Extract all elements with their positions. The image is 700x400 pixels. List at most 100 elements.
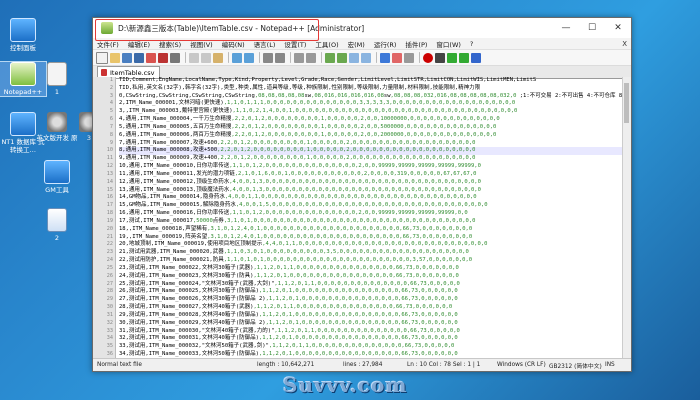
doc-icon: [47, 208, 67, 232]
open-file-icon[interactable]: [110, 52, 120, 63]
find-icon[interactable]: [263, 52, 273, 63]
code-line[interactable]: 18,,ITM_Name_000018,声望稀有,3,1,0,1,2,4,0,1…: [119, 226, 623, 234]
desktop-icon-2[interactable]: 2: [34, 208, 80, 242]
status-eol[interactable]: Windows (CR LF): [497, 362, 549, 368]
menu-plugins[interactable]: 插件(P): [405, 39, 427, 49]
close-button[interactable]: ✕: [605, 18, 631, 38]
maximize-button[interactable]: ☐: [579, 18, 605, 38]
code-line[interactable]: 22,测试用防护,ITM_Name_000021,防具,1,1,0,1,0,1,…: [119, 257, 623, 265]
save-macro-icon[interactable]: [471, 52, 481, 63]
code-line[interactable]: 15,GM物品,ITM_Name_000015,解除隐身药水,4,0,0,1,5…: [119, 202, 623, 210]
menu-search[interactable]: 搜索(S): [159, 39, 181, 49]
zoom-in-icon[interactable]: [294, 52, 304, 63]
code-line[interactable]: 27,测试用,ITM_Name_000026,文林河30箱子(防御品 2),1,…: [119, 296, 623, 304]
menu-help[interactable]: ?: [470, 40, 473, 48]
menu-encoding[interactable]: 编码(N): [222, 39, 245, 49]
line-number: 24: [106, 257, 113, 264]
status-encoding[interactable]: GB2312 (简体中文): [549, 361, 605, 370]
line-number: 26: [106, 272, 113, 279]
undo-icon[interactable]: [232, 52, 242, 63]
code-line[interactable]: 32,测试用,ITM_Name_000031,文林河40箱子(防御品),1,1,…: [119, 335, 623, 343]
line-number: 7: [109, 123, 113, 130]
close-doc-icon[interactable]: X: [622, 40, 627, 48]
line-number: 23: [106, 249, 113, 256]
vertical-scrollbar[interactable]: [622, 77, 631, 359]
play-macro-icon[interactable]: [447, 52, 457, 63]
code-line[interactable]: 3,,ITM_Name_000003,戴特里宫殿(更快速),1,1,0,2,1,…: [119, 108, 623, 116]
new-file-icon[interactable]: [96, 51, 108, 64]
line-number: 19: [106, 217, 113, 224]
zoom-out-icon[interactable]: [306, 52, 316, 63]
redo-icon[interactable]: [244, 52, 254, 63]
menu-language[interactable]: 语言(L): [254, 39, 276, 49]
desktop-icon-gm-tool[interactable]: GM工具: [34, 160, 80, 194]
line-number: 34: [106, 335, 113, 342]
menu-window[interactable]: 窗口(W): [436, 39, 461, 49]
doc-map-icon[interactable]: [380, 52, 390, 63]
close-all-icon[interactable]: [158, 52, 168, 63]
toolbar-separator: [419, 52, 420, 63]
code-line[interactable]: 6,通用,ITM_Name_000006,两百万生命精搜,2,2,0,1,2,0…: [119, 132, 623, 140]
copy-icon[interactable]: [201, 52, 211, 63]
paste-icon[interactable]: [213, 52, 223, 63]
toolbar-separator: [321, 52, 322, 63]
menu-macro[interactable]: 宏(M): [348, 39, 365, 49]
code-area[interactable]: TID,Comment,EngName,LocalName,Type,Kind,…: [116, 77, 623, 359]
status-position: Ln : 10 Col : 78 Sel : 1 | 1: [407, 362, 481, 368]
menu-view[interactable]: 视图(V): [190, 39, 213, 49]
toolbar-separator: [259, 52, 260, 63]
desktop-icon-file-1[interactable]: 1: [34, 62, 80, 96]
code-line[interactable]: 29,测试用,ITM_Name_000028,文林河40箱子(防御品),1,1,…: [119, 312, 623, 320]
title-bar[interactable]: D:\新源鑫三版本(Table)\ItemTable.csv - Notepad…: [93, 18, 631, 41]
word-wrap-icon[interactable]: [337, 52, 347, 63]
menu-edit[interactable]: 编辑(E): [128, 39, 150, 49]
folder-workspace-icon[interactable]: [404, 52, 414, 63]
line-number: 27: [106, 280, 113, 287]
code-line[interactable]: TID,私用,英文名(32字),韩字名(32字),类型,种类,属性,道具等级,等…: [119, 85, 623, 93]
replace-icon[interactable]: [275, 52, 285, 63]
code-line[interactable]: 26,测试用,ITM_Name_000025,文林河30箱子(防御品),1,1,…: [119, 288, 623, 296]
cut-icon[interactable]: [189, 52, 199, 63]
code-line[interactable]: 9,通用,ITM_Name_000009,攻速+400,2,2,0,1,2,0,…: [119, 155, 623, 163]
minimize-button[interactable]: —: [553, 18, 579, 38]
code-line[interactable]: 30,测试用,ITM_Name_000029,文林河40箱子(防御品 2),1,…: [119, 320, 623, 328]
code-line[interactable]: 11,通用,ITM_Name_000011,发光的潜力项链,2,1,0,1,6,…: [119, 171, 623, 179]
line-number: 16: [106, 194, 113, 201]
save-all-icon[interactable]: [134, 52, 144, 63]
code-line[interactable]: 21,测试用武器,ITM_Name_000020,武器,1,1,0,3,0,1,…: [119, 249, 623, 257]
status-mode[interactable]: INS: [605, 362, 625, 368]
code-line[interactable]: 17,测试,ITM_Name_000017,50000点券,3,1,0,1,0,…: [119, 218, 623, 226]
code-line[interactable]: 24,测试用,ITM_Name_000023,文林河30箱子(防具),1,1,2…: [119, 273, 623, 281]
close-file-icon[interactable]: [146, 52, 156, 63]
code-line[interactable]: 28,测试用,ITM_Name_000027,文林河40箱子(武器),1,1,2…: [119, 304, 623, 312]
code-line[interactable]: 10,通用,ITM_Name_000010,日你功率传送,1,1,0,1,2,0…: [119, 163, 623, 171]
menu-file[interactable]: 文件(F): [97, 39, 119, 49]
line-number: 31: [106, 311, 113, 318]
menu-tools[interactable]: 工具(O): [315, 39, 338, 49]
line-number: 10: [106, 147, 113, 154]
code-line[interactable]: TID,Comment,EngName,LocalName,Type,Kind,…: [119, 77, 623, 85]
code-line[interactable]: 33,测试用,ITM_Name_000032,"文林河50箱子(武器,剑)",1…: [119, 343, 623, 351]
line-number: 32: [106, 319, 113, 326]
play-multiple-icon[interactable]: [459, 52, 469, 63]
line-number: 25: [106, 264, 113, 271]
code-line[interactable]: 12,通用,ITM_Name_000012,顶级生命药水,4,0,0,1,3,0…: [119, 179, 623, 187]
sync-scroll-icon[interactable]: [325, 52, 335, 63]
code-line[interactable]: 23,测试用,ITM_Name_000022,文林河30箱子(武器),1,1,2…: [119, 265, 623, 273]
menu-run[interactable]: 运行(R): [374, 39, 397, 49]
print-icon[interactable]: [170, 52, 180, 63]
text-editor[interactable]: 1 2 3 4 5 6 7 8 9 10 11 12 13 14 15 16 17 18 19 20 21 22 23 24 2…: [93, 77, 623, 359]
code-line[interactable]: 16,通用,ITM_Name_000016,日你功率传送,1,1,0,1,2,0…: [119, 210, 623, 218]
stop-macro-icon[interactable]: [435, 52, 445, 63]
desktop-icon-control-panel[interactable]: 控制面板: [0, 18, 46, 52]
show-all-chars-icon[interactable]: [349, 52, 359, 63]
code-line[interactable]: 4,通用,ITM_Name_000004,一千万生命精搜,2,2,0,1,2,0…: [119, 116, 623, 124]
save-icon[interactable]: [122, 52, 132, 63]
line-number: 13: [106, 170, 113, 177]
indent-guide-icon[interactable]: [361, 52, 371, 63]
code-line[interactable]: 5,通用,ITM_Name_000005,五百万生命精搜,2,2,0,1,2,0…: [119, 124, 623, 132]
record-macro-icon[interactable]: [423, 52, 433, 63]
menu-settings[interactable]: 设置(T): [284, 39, 306, 49]
function-list-icon[interactable]: [392, 52, 402, 63]
scrollbar-thumb[interactable]: [624, 83, 629, 123]
